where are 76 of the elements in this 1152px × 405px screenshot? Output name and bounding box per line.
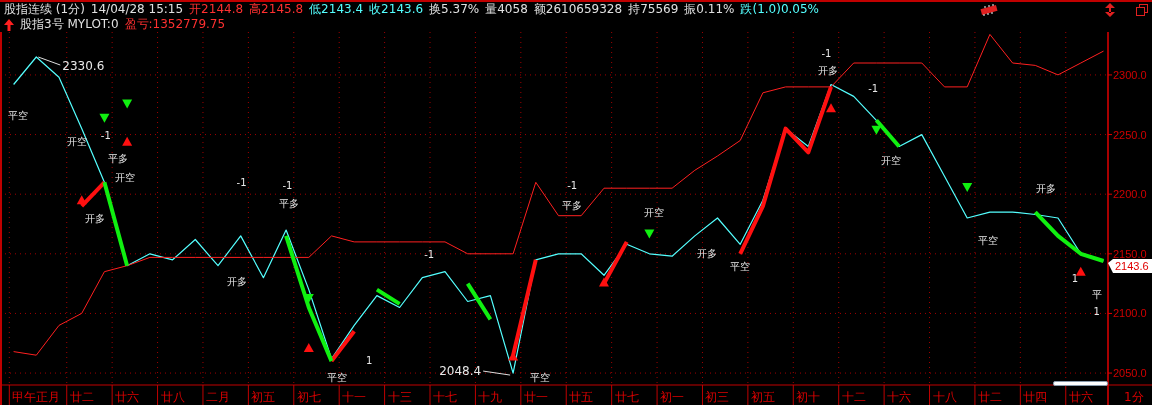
quote-field: 振0.11% — [684, 2, 735, 17]
signal-label: 开多 — [84, 213, 105, 225]
quote-field: 量4058 — [485, 2, 528, 17]
signal-label: 开多 — [1035, 183, 1056, 195]
signal-label: 1 — [1071, 272, 1079, 284]
quote-field: 低2143.4 — [309, 2, 364, 17]
signal-label: 开多 — [227, 276, 248, 288]
axis-label: 2050.0 — [1113, 367, 1147, 380]
date-label: 十九 — [478, 390, 503, 404]
signal-label: 开多 — [818, 65, 839, 77]
signal-label: -1 — [821, 48, 832, 60]
date-label: 初五 — [750, 390, 775, 404]
signal-label: 平多 — [279, 197, 300, 209]
date-label: 廿二 — [69, 390, 94, 404]
signal-label: 开空 — [643, 207, 664, 219]
signal-label: 平空 — [8, 110, 29, 122]
axis-label: 2150.0 — [1113, 247, 1147, 260]
date-label: 二月 — [205, 390, 230, 404]
date-label: 廿五 — [569, 390, 594, 404]
high-price-label: 2330.6 — [62, 59, 105, 74]
signal-label: -1 — [100, 129, 111, 141]
quote-field: 14/04/28 15:15 — [90, 2, 184, 17]
quote-field: 跌(1.0)0.05% — [740, 2, 820, 17]
quote-field: 额2610659328 — [533, 2, 623, 17]
quote-field: 收2143.6 — [369, 2, 424, 17]
quote-field: 换5.37% — [429, 2, 480, 17]
date-label: 十三 — [387, 390, 412, 404]
date-label: 十一 — [342, 390, 367, 404]
signal-label: 开空 — [881, 154, 902, 166]
date-label: 廿六 — [1068, 390, 1093, 404]
date-label: 甲午正月 — [12, 390, 61, 404]
axis-label: 2300.0 — [1113, 68, 1147, 81]
strategy-name: 股指3号 MYLOT:0 — [20, 17, 119, 32]
signal-label: 平多 — [562, 199, 583, 211]
date-label: 廿八 — [160, 390, 185, 404]
date-label: 十二 — [841, 390, 866, 404]
date-label: 十八 — [932, 390, 957, 404]
signal-label: -1 — [567, 179, 578, 191]
date-label: 廿六 — [115, 390, 140, 404]
date-label: 初七 — [296, 390, 321, 404]
signal-label: 平空 — [730, 260, 751, 272]
quote-field: 持75569 — [628, 2, 679, 17]
date-label: 廿二 — [977, 390, 1002, 404]
date-label: 廿七 — [614, 390, 639, 404]
date-label: 十七 — [433, 390, 457, 404]
quote-field: 高2145.8 — [249, 2, 304, 17]
quote-field: 股指连续 (1分) — [4, 2, 85, 17]
signal-label: -1 — [282, 179, 293, 191]
profit-value: 盈亏:1352779.75 — [124, 17, 226, 32]
period-label: 1分 — [1124, 390, 1144, 404]
axis-label: 2200.0 — [1113, 188, 1147, 201]
date-label: 初三 — [705, 390, 730, 404]
low-price-label: 2048.4 — [439, 364, 482, 379]
signal-label: 开空 — [67, 135, 88, 147]
axis-label: 2100.0 — [1113, 307, 1147, 320]
signal-label: 平空 — [530, 371, 551, 383]
signal-label: -1 — [236, 177, 247, 189]
signal-label: 开多 — [696, 247, 717, 259]
signal-label: 平空 — [978, 234, 999, 246]
date-label: 廿四 — [1023, 390, 1048, 404]
signal-label: 1 — [1093, 306, 1100, 318]
signal-label: 平 — [1091, 289, 1102, 301]
signal-label: 平多 — [108, 153, 129, 165]
date-label: 初五 — [251, 390, 276, 404]
signal-label: -1 — [868, 83, 879, 95]
signal-label: 开空 — [114, 172, 135, 184]
signal-label: 1 — [366, 354, 373, 366]
date-label: 初十 — [796, 390, 821, 404]
date-label: 廿一 — [523, 390, 548, 404]
signal-label: -1 — [424, 248, 435, 260]
price-tag: 2143.6 — [1108, 258, 1152, 273]
quote-field: 开2144.8 — [189, 2, 244, 17]
date-label: 十六 — [887, 390, 912, 404]
date-label: 初一 — [660, 390, 685, 404]
signal-label: 平空 — [327, 371, 348, 383]
axis-label: 2250.0 — [1113, 128, 1147, 141]
